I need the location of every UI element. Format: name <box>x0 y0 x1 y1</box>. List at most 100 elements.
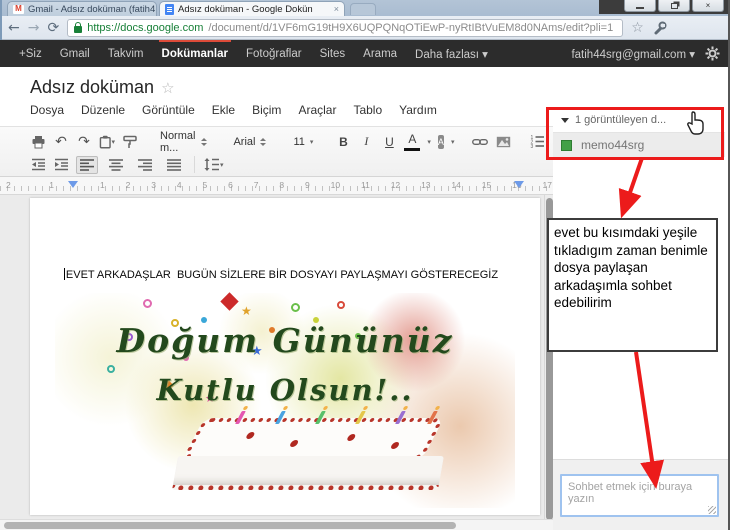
annotation-note-box: evet bu kısımdaki yeşile tıkladıgım zama… <box>547 218 718 352</box>
new-tab-button[interactable] <box>350 3 376 15</box>
ruler-num-right-10: 11 <box>360 180 370 190</box>
reload-icon[interactable]: ⟳ <box>47 21 59 35</box>
chevron-down-icon: ▾ <box>450 137 455 146</box>
google-bar-link-1[interactable]: Gmail <box>51 40 99 67</box>
menu-0[interactable]: Dosya <box>30 103 64 117</box>
chevron-down-icon: ▾ <box>220 160 224 169</box>
wrench-icon[interactable] <box>652 20 668 36</box>
svg-text:3: 3 <box>530 144 533 148</box>
ruler-numbers-left: 21 <box>6 180 54 190</box>
paint-format-icon[interactable] <box>122 133 138 151</box>
indent-icon[interactable] <box>53 156 69 174</box>
restore-button[interactable] <box>658 0 690 12</box>
highlight-color-button[interactable]: A <box>437 134 444 149</box>
text-color-button[interactable]: A <box>404 133 421 151</box>
ruler-num-right-6: 7 <box>253 180 259 190</box>
minimize-button[interactable] <box>624 0 656 12</box>
menu-7[interactable]: Yardım <box>399 103 437 117</box>
ruler-numbers-right: 1 2 3 4 5 6 7 8 9 10 11 12 13 14 15 16 17 <box>100 180 552 190</box>
insert-image-icon[interactable] <box>495 133 511 151</box>
account-email[interactable]: fatih44srg@gmail.com ▾ <box>571 47 695 61</box>
forward-icon[interactable]: → <box>28 21 40 35</box>
favorite-star-icon[interactable]: ☆ <box>161 79 174 97</box>
ruler-num-right-8: 9 <box>305 180 310 190</box>
browser-toolbar: ← → ⟳ https://docs.google.com/document/d… <box>0 16 730 40</box>
toolbar-row-2: ▾ <box>30 153 553 176</box>
print-icon[interactable] <box>30 133 46 151</box>
google-bar-link-5[interactable]: Sites <box>311 40 355 67</box>
google-bar-link-2[interactable]: Takvim <box>99 40 153 67</box>
tab-gmail[interactable]: M Gmail - Adsız doküman (fatih4 × <box>7 1 157 16</box>
minimize-icon <box>636 6 644 9</box>
editor-toolbar: ↶ ↷ ▾ Normal m... Arial 11 ▾ B I U A ▾ A… <box>0 126 567 177</box>
tab-close-icon[interactable]: × <box>334 4 339 14</box>
bookmark-star-icon[interactable]: ☆ <box>631 20 644 36</box>
close-button[interactable]: × <box>692 0 724 12</box>
align-center-button[interactable] <box>105 156 127 174</box>
google-bar-link-6[interactable]: Arama <box>354 40 406 67</box>
google-bar-link-4[interactable]: Fotoğraflar <box>237 40 311 67</box>
ruler-num-right-13: 14 <box>451 180 461 190</box>
tab-docs-active[interactable]: Adsız doküman - Google Dokün × <box>159 1 345 16</box>
font-dropdown[interactable]: Arial <box>229 132 271 151</box>
google-bar-links: +Siz Gmail Takvim Dokümanlar Fotoğraflar Site… <box>10 40 497 67</box>
google-bar: +Siz Gmail Takvim Dokümanlar Fotoğraflar Site… <box>0 40 730 67</box>
outdent-icon[interactable] <box>30 156 46 174</box>
left-margin-marker[interactable] <box>68 181 78 193</box>
font-size-dropdown[interactable]: 11 ▾ <box>289 132 317 151</box>
numbered-list-icon[interactable]: 123 <box>529 133 545 151</box>
redo-icon[interactable]: ↷ <box>76 133 92 151</box>
resize-handle-icon[interactable] <box>708 506 716 514</box>
https-padlock-icon <box>74 21 83 33</box>
gear-icon[interactable] <box>705 46 720 61</box>
confetti-ring <box>291 303 300 312</box>
italic-button[interactable]: I <box>358 133 374 151</box>
google-bar-link-7[interactable]: Daha fazlası ▾ <box>406 40 497 67</box>
menu-4[interactable]: Biçim <box>252 103 281 117</box>
horizontal-scrollbar[interactable] <box>0 519 553 530</box>
birthday-image[interactable]: ★ ★ ★ Doğum Gününüz Kutlu Olsun!.. <box>55 292 515 508</box>
font-size-value: 11 <box>293 135 305 148</box>
document-page[interactable]: EVET ARKADAŞLAR BUGÜN SİZLERE BİR DOSYAY… <box>30 198 540 515</box>
menu-5[interactable]: Araçlar <box>298 103 336 117</box>
align-left-button[interactable] <box>76 155 98 174</box>
right-margin-marker[interactable] <box>514 181 524 193</box>
address-bar[interactable]: https://docs.google.com/document/d/1VF6m… <box>67 18 624 37</box>
chat-panel <box>553 459 730 530</box>
back-icon[interactable]: ← <box>8 21 20 35</box>
ruler-num-left-0: 2 <box>6 180 11 190</box>
menu-bar: Dosya Düzenle Görüntüle Ekle Biçim Araçlar Tab… <box>30 103 454 117</box>
confetti-ring <box>107 365 115 373</box>
cherry <box>389 442 401 449</box>
cake-front <box>172 456 444 490</box>
bold-button[interactable]: B <box>335 133 351 151</box>
google-bar-link-0[interactable]: +Siz <box>10 40 51 67</box>
document-title[interactable]: Adsız doküman <box>30 77 154 98</box>
undo-icon[interactable]: ↶ <box>53 133 69 151</box>
chat-input[interactable] <box>560 474 719 517</box>
menu-3[interactable]: Ekle <box>212 103 235 117</box>
insert-link-icon[interactable] <box>472 133 489 151</box>
docs-icon <box>165 3 174 15</box>
google-bar-link-3[interactable]: Dokümanlar <box>153 40 237 67</box>
cherry <box>288 440 300 447</box>
birthday-cake <box>172 411 465 506</box>
align-right-button[interactable] <box>134 156 156 174</box>
justify-button[interactable] <box>163 156 185 174</box>
web-clipboard-icon[interactable]: ▾ <box>99 133 115 151</box>
cake-top <box>181 411 445 460</box>
menu-6[interactable]: Tablo <box>353 103 382 117</box>
toolbar-separator <box>194 156 195 173</box>
ruler-num-right-11: 12 <box>390 180 401 190</box>
styles-dropdown[interactable]: Normal m... <box>156 130 211 154</box>
gmail-icon: M <box>13 4 24 14</box>
menu-1[interactable]: Düzenle <box>81 103 125 117</box>
line-spacing-icon[interactable]: ▾ <box>204 156 224 174</box>
menu-2[interactable]: Görüntüle <box>142 103 195 117</box>
horizontal-scrollbar-thumb[interactable] <box>4 522 456 529</box>
chat-input-wrap <box>560 474 719 517</box>
ruler-num-right-9: 10 <box>330 180 341 190</box>
underline-button[interactable]: U <box>381 133 397 151</box>
ruler-num-right-14: 15 <box>481 180 492 190</box>
ruler[interactable]: 21 1 2 3 4 5 6 7 8 9 10 11 12 13 14 15 16 17 <box>0 177 553 195</box>
